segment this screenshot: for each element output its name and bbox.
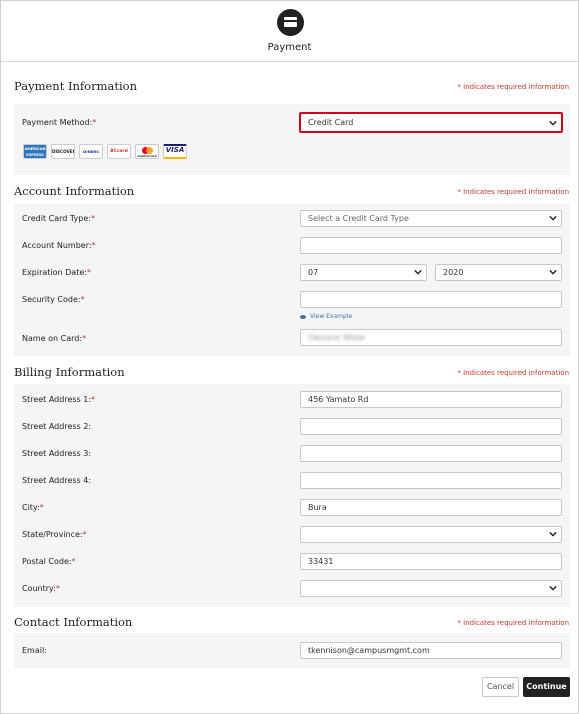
required-note: * Indicates required information bbox=[457, 619, 569, 627]
name-on-card-label: Name on Card:* bbox=[22, 334, 87, 343]
street4-input[interactable] bbox=[300, 472, 562, 489]
section-title-payment: Payment Information bbox=[14, 79, 137, 93]
street1-label: Street Address 1:* bbox=[22, 395, 96, 404]
street3-label: Street Address 3: bbox=[22, 449, 92, 458]
view-example-link[interactable]: View Example bbox=[300, 313, 352, 320]
street2-label: Street Address 2: bbox=[22, 422, 92, 431]
page-title: Payment bbox=[267, 42, 312, 53]
chevron-down-icon bbox=[549, 269, 557, 275]
expiration-month-select[interactable]: 07 bbox=[300, 264, 427, 281]
required-note: * Indicates required information bbox=[457, 369, 569, 377]
security-code-label: Security Code:* bbox=[22, 295, 85, 304]
expiration-date-label: Expiration Date:* bbox=[22, 268, 91, 277]
chevron-down-icon bbox=[549, 215, 557, 221]
page-header: Payment bbox=[1, 1, 578, 62]
diners-logo-icon: DINERS bbox=[79, 144, 103, 159]
account-number-label: Account Number:* bbox=[22, 241, 96, 250]
payment-method-select[interactable]: Credit Card bbox=[299, 112, 563, 133]
email-label: Email: bbox=[22, 646, 47, 655]
street3-input[interactable] bbox=[300, 445, 562, 462]
credit-card-icon bbox=[277, 9, 304, 36]
street2-input[interactable] bbox=[300, 418, 562, 435]
chevron-down-icon bbox=[414, 269, 422, 275]
city-label: City:* bbox=[22, 503, 44, 512]
street1-input[interactable]: 456 Yamato Rd bbox=[300, 391, 562, 408]
section-title-billing: Billing Information bbox=[14, 365, 125, 379]
expiration-year-select[interactable]: 2020 bbox=[435, 264, 562, 281]
security-code-input[interactable] bbox=[300, 291, 562, 308]
country-select[interactable] bbox=[300, 580, 562, 597]
continue-button[interactable]: Continue bbox=[523, 677, 570, 697]
chevron-down-icon bbox=[549, 585, 557, 591]
card-type-label: Credit Card Type:* bbox=[22, 214, 95, 223]
email-input[interactable]: tkennison@campusmgmt.com bbox=[300, 642, 562, 659]
name-on-card-input[interactable]: Dwyane Wade bbox=[300, 329, 562, 346]
city-input[interactable]: Bura bbox=[300, 499, 562, 516]
required-note: * Indicates required information bbox=[457, 188, 569, 196]
bccard-logo-icon: BCcard bbox=[107, 144, 131, 159]
payment-method-label: Payment Method:* bbox=[22, 118, 97, 127]
visa-logo-icon: VISA bbox=[163, 144, 187, 159]
payment-form: Payment Payment Information * Indicates … bbox=[0, 0, 579, 714]
country-label: Country:* bbox=[22, 584, 60, 593]
section-title-account: Account Information bbox=[14, 184, 135, 198]
state-label: State/Province:* bbox=[22, 530, 87, 539]
section-title-contact: Contact Information bbox=[14, 615, 133, 629]
account-number-input[interactable] bbox=[300, 237, 562, 254]
required-note: * Indicates required information bbox=[457, 83, 569, 91]
card-type-select[interactable]: Select a Credit Card Type bbox=[300, 210, 562, 227]
mastercard-logo-icon: mastercard bbox=[135, 144, 159, 159]
state-select[interactable] bbox=[300, 526, 562, 543]
chevron-down-icon bbox=[549, 531, 557, 537]
chevron-down-icon bbox=[549, 120, 557, 126]
eye-icon bbox=[300, 314, 306, 319]
postal-code-input[interactable]: 33431 bbox=[300, 553, 562, 570]
amex-logo-icon: AMERICAN EXPRESS bbox=[23, 144, 47, 159]
discover-logo-icon: DISCOVER bbox=[51, 144, 75, 159]
street4-label: Street Address 4: bbox=[22, 476, 92, 485]
cancel-button[interactable]: Cancel bbox=[482, 677, 519, 697]
postal-code-label: Postal Code:* bbox=[22, 557, 76, 566]
